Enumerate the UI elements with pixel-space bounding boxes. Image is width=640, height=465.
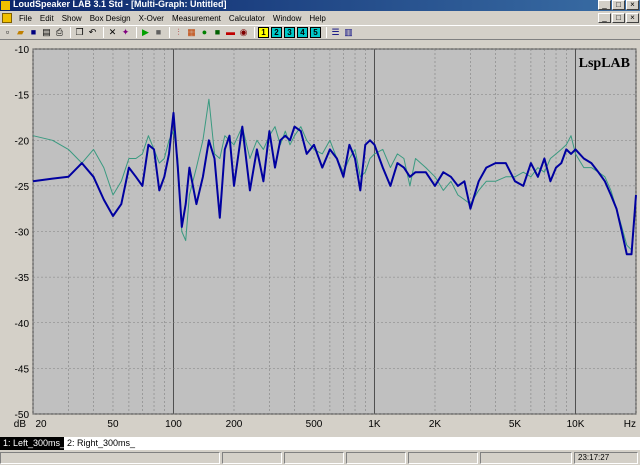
watermark: LspLAB [579,56,630,71]
status-cell [222,452,282,464]
print-preview-icon[interactable]: ▤ [41,27,52,38]
menu-edit[interactable]: Edit [36,14,58,23]
y-tick-label: -40 [15,319,30,330]
driver-icon[interactable]: ▬ [225,27,236,38]
toolbar: ▫ ▰ ■ ▤ ⎙ ❐ ↶ ✕ ✦ ▶ ■ ⫶ ▦ ● ■ ▬ ◉ 1 2 3 … [0,25,640,40]
graph-1-button[interactable]: 1 [258,27,269,38]
tile-vertical-icon[interactable]: ▥ [343,27,354,38]
y-tick-label: -10 [15,45,30,56]
measure-icon[interactable]: ✦ [120,27,131,38]
x-tick-label: 200 [226,419,243,430]
mdi-restore-button[interactable]: □ [612,13,625,23]
copy-icon[interactable]: ❐ [74,27,85,38]
new-file-icon[interactable]: ▫ [2,27,13,38]
title-bar: LoudSpeaker LAB 3.1 Std - [Multi-Graph: … [0,0,640,11]
y-tick-label: -30 [15,228,30,239]
menu-measurement[interactable]: Measurement [168,14,225,23]
tab-right-300ms[interactable]: 2: Right_300ms_ [64,437,135,450]
play-icon[interactable]: ▶ [140,27,151,38]
open-folder-icon[interactable]: ▰ [15,27,26,38]
y-tick-label: -20 [15,136,30,147]
x-tick-label: 20 [35,419,47,430]
y-tick-label: -35 [15,273,30,284]
graph-5-button[interactable]: 5 [310,27,321,38]
toolbar-separator [70,27,71,38]
menu-calculator[interactable]: Calculator [225,14,269,23]
x-tick-label: 5K [509,419,522,430]
minimize-button[interactable]: _ [598,0,611,10]
tab-left-300ms[interactable]: 1: Left_300ms_ [0,437,65,450]
status-time: 23:17:27 [574,452,638,464]
x-tick-label: 500 [306,419,323,430]
y-unit-label: dB [14,419,27,430]
x-tick-label: 2K [429,419,442,430]
menu-file[interactable]: File [15,14,36,23]
toolbar-separator [103,27,104,38]
impulse-icon[interactable]: ⫶ [173,27,184,38]
stop-icon[interactable]: ■ [153,27,164,38]
maximize-button[interactable]: □ [612,0,625,10]
x-tick-label: 50 [107,419,119,430]
x-tick-label: 1K [368,419,381,430]
status-cell [408,452,478,464]
undo-icon[interactable]: ↶ [87,27,98,38]
status-cell [0,452,220,464]
window-title: LoudSpeaker LAB 3.1 Std - [Multi-Graph: … [13,0,227,9]
menu-box-design[interactable]: Box Design [86,14,135,23]
waterfall-icon[interactable]: ▦ [186,27,197,38]
save-icon[interactable]: ■ [28,27,39,38]
phase-icon[interactable]: ● [199,27,210,38]
x-unit-label: Hz [624,419,636,430]
x-tick-label: 10K [567,419,585,430]
status-bar: 23:17:27 [0,451,640,465]
toolbar-separator [136,27,137,38]
status-cell [346,452,406,464]
y-tick-label: -25 [15,182,30,193]
print-icon[interactable]: ⎙ [54,27,65,38]
graph-2-button[interactable]: 2 [271,27,282,38]
menu-x-over[interactable]: X-Over [135,14,168,23]
menu-show[interactable]: Show [58,14,86,23]
menu-bar: File Edit Show Box Design X-Over Measure… [0,12,640,24]
status-cell [284,452,344,464]
graph-tabs: 1: Left_300ms_ 2: Right_300ms_ [0,437,640,450]
y-tick-label: -45 [15,364,30,375]
y-tick-label: -15 [15,91,30,102]
document-icon[interactable] [2,13,12,23]
mdi-close-button[interactable]: × [626,13,639,23]
toolbar-separator [326,27,327,38]
status-cell [480,452,572,464]
toolbar-separator [254,27,255,38]
menu-help[interactable]: Help [305,14,329,23]
graph-3-button[interactable]: 3 [284,27,295,38]
tools-icon[interactable]: ✕ [107,27,118,38]
app-icon [1,1,10,10]
tile-horizontal-icon[interactable]: ☰ [330,27,341,38]
frequency-response-graph[interactable]: -10-15-20-25-30-35-40-45-5020 50 100 200 500… [0,41,640,437]
filter-icon[interactable]: ■ [212,27,223,38]
toolbar-separator [169,27,170,38]
mdi-minimize-button[interactable]: _ [598,13,611,23]
volt-icon[interactable]: ◉ [238,27,249,38]
graph-4-button[interactable]: 4 [297,27,308,38]
close-button[interactable]: × [626,0,639,10]
x-tick-label: 100 [165,419,182,430]
menu-window[interactable]: Window [269,14,305,23]
